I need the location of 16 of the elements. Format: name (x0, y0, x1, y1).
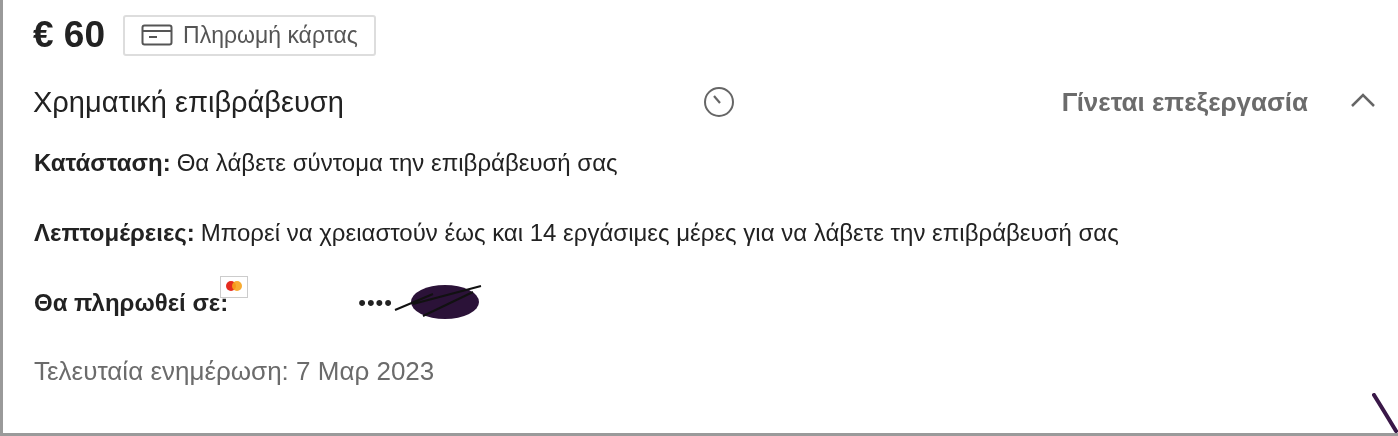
last-updated: Τελευταία ενημέρωση: 7 Μαρ 2023 (33, 355, 436, 387)
masked-card-number: •••• (358, 290, 393, 316)
status-text: Γίνεται επεξεργασία (1061, 86, 1308, 118)
detail-label: Κατάσταση: (34, 149, 171, 177)
amount: € 60 (33, 14, 105, 56)
detail-label: Λεπτομέρειες: (34, 219, 195, 247)
detail-label: Θα πληρωθεί σε: (34, 289, 229, 317)
card-icon (141, 24, 173, 46)
clock-icon (703, 86, 735, 118)
card-logo-icon (220, 276, 249, 298)
detail-value: Μπορεί να χρειαστούν έως και 14 εργάσιμες μέρες για να λάβετε την επιβράβευσή σας (200, 219, 1119, 247)
chevron-up-icon[interactable] (1350, 92, 1376, 108)
reward-title: Χρηματική επιβράβευση (33, 85, 345, 119)
payment-method-badge: Πληρωμή κάρτας (123, 14, 376, 56)
pen-stroke-drawing (1372, 393, 1398, 433)
detail-value: Θα λάβετε σύντομα την επιβράβευσή σας (176, 149, 618, 177)
